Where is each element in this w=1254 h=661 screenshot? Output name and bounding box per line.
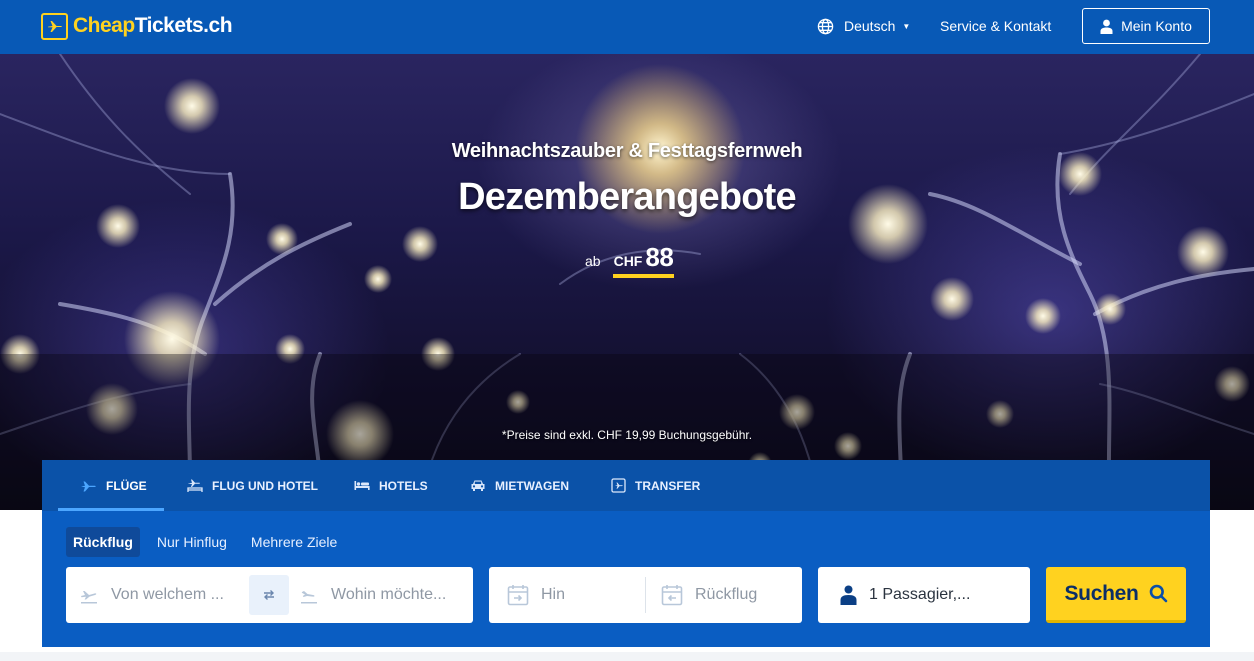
- logo-text-cheap: Cheap: [73, 14, 135, 37]
- tab-label: FLÜGE: [106, 478, 147, 493]
- return-date-placeholder: Rückflug: [695, 586, 758, 603]
- price-currency: CHF: [613, 253, 643, 269]
- tab-transfer[interactable]: TRANSFER: [611, 460, 700, 511]
- bed-icon: [354, 480, 370, 491]
- hero-banner: Weihnachtszauber & Festtagsfernweh Dezem…: [0, 54, 1254, 510]
- departure-date-placeholder: Hin: [541, 586, 566, 603]
- plane-hotel-icon: [187, 478, 203, 493]
- transfer-icon: [611, 478, 626, 493]
- departure-date-input[interactable]: Hin: [507, 567, 645, 623]
- swap-route-button[interactable]: [249, 575, 289, 615]
- calendar-depart-icon: [507, 584, 529, 606]
- my-account-button[interactable]: Mein Konto: [1082, 8, 1210, 44]
- language-selector[interactable]: Deutsch ▼: [817, 16, 910, 36]
- price-disclaimer: *Preise sind exkl. CHF 19,99 Buchungsgeb…: [501, 428, 753, 442]
- trip-type-selector: Rückflug Nur Hinflug Mehrere Ziele: [66, 527, 354, 557]
- origin-placeholder: Von welchem ...: [111, 586, 224, 603]
- calendar-return-icon: [661, 584, 683, 606]
- tab-label: HOTELS: [379, 478, 428, 493]
- service-contact-link[interactable]: Service & Kontakt: [940, 16, 1051, 36]
- plane-icon: [81, 479, 97, 493]
- destination-input[interactable]: Wohin möchte...: [300, 567, 468, 623]
- date-divider: [645, 577, 646, 613]
- dates-field-group: Hin Rückflug: [489, 567, 802, 623]
- bottom-divider: [0, 652, 1254, 661]
- trip-type-multicity[interactable]: Mehrere Ziele: [244, 527, 344, 557]
- passengers-value: 1 Passagier,...: [869, 586, 971, 603]
- hero-subtitle: Weihnachtszauber & Festtagsfernweh: [451, 140, 803, 162]
- tab-label: MIETWAGEN: [495, 478, 569, 493]
- trip-type-oneway[interactable]: Nur Hinflug: [150, 527, 234, 557]
- return-date-input[interactable]: Rückflug: [661, 567, 796, 623]
- arrival-plane-icon: [300, 587, 319, 604]
- tab-hotels[interactable]: HOTELS: [354, 460, 428, 511]
- tab-label: TRANSFER: [635, 478, 701, 493]
- trip-type-roundtrip[interactable]: Rückflug: [66, 527, 140, 557]
- hero-title: Dezemberangebote: [458, 176, 797, 218]
- logo-text-tickets: Tickets.ch: [134, 14, 233, 37]
- price-amount: 88: [645, 242, 674, 272]
- search-button[interactable]: Suchen: [1046, 567, 1186, 623]
- tab-label: FLUG UND HOTEL: [212, 478, 318, 493]
- tab-flight-hotel[interactable]: FLUG UND HOTEL: [187, 460, 318, 511]
- destination-placeholder: Wohin möchte...: [331, 586, 447, 603]
- my-account-label: Mein Konto: [1121, 18, 1192, 34]
- origin-input[interactable]: Von welchem ...: [80, 567, 245, 623]
- user-icon: [1100, 19, 1113, 34]
- swap-arrows-icon: [262, 589, 276, 601]
- departure-plane-icon: [80, 587, 99, 604]
- passengers-selector[interactable]: 1 Passagier,...: [840, 567, 1025, 623]
- route-field-group: Von welchem ... Wohin möchte...: [66, 567, 473, 623]
- person-icon: [840, 585, 857, 605]
- hero-price: ab CHF 88: [585, 242, 675, 278]
- price-prefix: ab: [585, 253, 601, 269]
- price-value-box: CHF 88: [612, 242, 675, 278]
- caret-down-icon: ▼: [902, 21, 911, 31]
- product-tabs: FLÜGE FLUG UND HOTEL HOTELS MIETWAGEN TR…: [42, 460, 1210, 511]
- car-icon: [470, 479, 486, 492]
- passengers-field[interactable]: 1 Passagier,...: [818, 567, 1030, 623]
- logo-text: CheapTickets.ch: [73, 14, 233, 38]
- globe-icon: [817, 18, 834, 35]
- tab-flights[interactable]: FLÜGE: [58, 460, 164, 511]
- plane-logo-icon: [41, 12, 68, 40]
- site-logo[interactable]: CheapTickets.ch: [41, 12, 233, 40]
- language-label: Deutsch: [844, 18, 896, 34]
- tab-rental-cars[interactable]: MIETWAGEN: [470, 460, 569, 511]
- top-header: CheapTickets.ch Deutsch ▼ Service & Kont…: [0, 0, 1254, 54]
- search-icon: [1149, 584, 1168, 603]
- search-panel: FLÜGE FLUG UND HOTEL HOTELS MIETWAGEN TR…: [42, 460, 1210, 647]
- search-button-label: Suchen: [1064, 581, 1139, 605]
